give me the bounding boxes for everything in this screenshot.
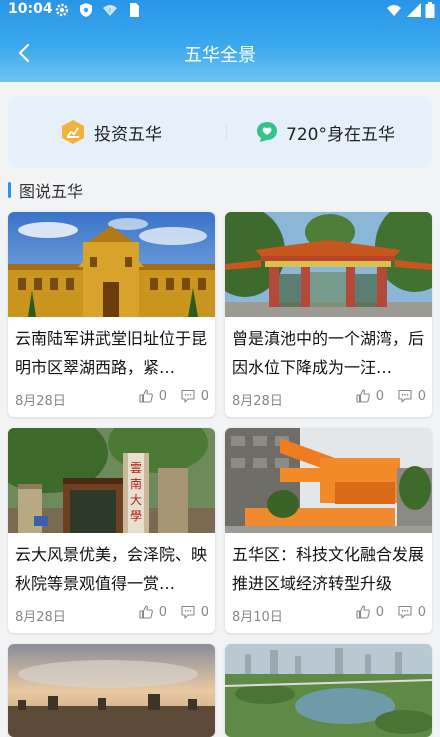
thumbs-up-icon [356,389,370,403]
comment-icon [181,605,195,619]
comment-button[interactable]: 0 [397,604,426,620]
shield-icon [80,3,92,17]
status-bar: 10:04 ? [0,0,440,20]
invest-wuhua-button[interactable]: 投资五华 [60,118,162,146]
comment-count: 0 [200,388,209,404]
battery-icon [425,2,435,18]
svg-text:南: 南 [130,476,142,491]
card-title: 曾是滇池中的一个湖湾，后因水位下降成为一汪… [232,329,425,377]
signal-icon [407,3,421,17]
card-footer: 8月28日 0 0 [232,388,426,410]
status-time: 10:04 [8,1,53,17]
thumbs-up-icon [356,605,370,619]
card-date: 8月28日 [15,394,66,409]
comment-icon [181,389,195,403]
like-count: 0 [158,604,167,620]
page-title: 五华全景 [184,45,256,66]
card-title: 云大风景优美，会泽院、映秋院等景观值得一赏… [15,545,208,593]
card-date: 8月28日 [15,610,66,625]
thumbs-up-icon [139,605,153,619]
thumbs-up-icon [139,389,153,403]
comment-icon [398,605,412,619]
card-date: 8月28日 [232,394,283,409]
news-card[interactable]: 云南陆军讲武堂旧址位于昆明市区翠湖西路，紧… 8月28日 0 0 [8,212,215,417]
card-title: 五华区：科技文化融合发展推进区域经济转型升级 [232,545,425,593]
section-heading: 图说五华 [8,178,83,202]
like-count: 0 [375,604,384,620]
card-image-university-gate: 雲 南 大 學 [8,428,215,533]
svg-text:大: 大 [130,493,142,507]
quick-links-card: 投资五华 720°身在五华 [8,96,432,168]
top-header: 10:04 ? 五华全景 [0,0,440,82]
like-button[interactable]: 0 [138,388,167,404]
like-button[interactable]: 0 [355,604,384,620]
svg-text:雲: 雲 [130,461,142,475]
card-image-archway [225,212,432,317]
settings-icon [55,3,69,17]
hexagon-gold-icon [62,120,84,144]
comment-icon [398,389,412,403]
like-count: 0 [158,388,167,404]
card-image-modern-building [225,428,432,533]
like-button[interactable]: 0 [355,388,384,404]
comment-button[interactable]: 0 [397,388,426,404]
news-card[interactable]: 曾是滇池中的一个湖湾，后因水位下降成为一汪… 8月28日 0 0 [225,212,432,417]
panorama-720-button[interactable]: 720°身在五华 [256,118,395,146]
svg-text:學: 學 [130,509,142,523]
section-title: 图说五华 [19,182,84,201]
sim-card-icon [130,3,139,17]
svg-text:?: ? [108,8,111,15]
card-image-military-academy [8,212,215,317]
news-card[interactable]: 五华区：科技文化融合发展推进区域经济转型升级 8月10日 0 0 [225,428,432,633]
wifi-icon [387,5,401,16]
comment-count: 0 [417,388,426,404]
comment-count: 0 [200,604,209,620]
nav-bar: 五华全景 [0,30,440,74]
card-footer: 8月28日 0 0 [15,604,209,626]
card-footer: 8月28日 0 0 [15,388,209,410]
news-card[interactable] [8,644,215,737]
comment-count: 0 [417,604,426,620]
quick-link-label: 720°身在五华 [286,124,395,145]
news-card[interactable] [225,644,432,737]
card-image-aerial-park [225,644,432,737]
wifi-question-icon: ? [103,5,117,16]
like-button[interactable]: 0 [138,604,167,620]
section-accent-bar [8,182,11,198]
card-date: 8月10日 [232,610,283,625]
chat-bubble-green-icon [257,122,277,142]
news-card[interactable]: 雲 南 大 學 云大风景优美，会泽院、映秋院等景观值得一赏… 8月28日 0 0 [8,428,215,633]
card-footer: 8月10日 0 0 [232,604,426,626]
card-image-city-skyline [8,644,215,737]
comment-button[interactable]: 0 [180,604,209,620]
divider [226,124,227,140]
like-count: 0 [375,388,384,404]
quick-link-label: 投资五华 [94,124,162,145]
comment-button[interactable]: 0 [180,388,209,404]
card-title: 云南陆军讲武堂旧址位于昆明市区翠湖西路，紧… [15,329,208,377]
